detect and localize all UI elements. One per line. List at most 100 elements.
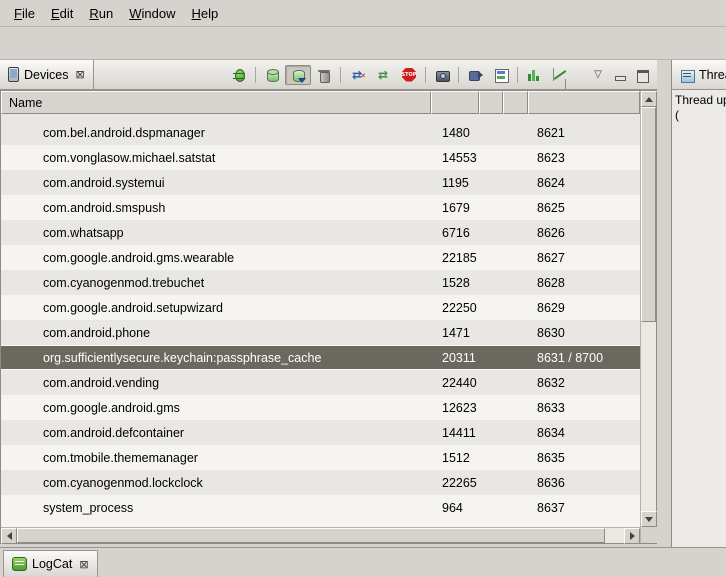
- process-port: 8627: [528, 251, 640, 265]
- process-port: 8632: [528, 376, 640, 390]
- devices-toolbar: [226, 60, 657, 89]
- table-row[interactable]: com.cyanogenmod.trebuchet15288628: [1, 270, 640, 295]
- vertical-scrollbar-track[interactable]: [641, 322, 656, 511]
- main-toolbar: [0, 27, 726, 60]
- ui-hierarchy-button[interactable]: [488, 65, 514, 85]
- process-pid: 964: [431, 501, 479, 515]
- menu-run[interactable]: Run: [81, 2, 121, 25]
- triangle-up-icon: [645, 97, 653, 102]
- debug-bug-button[interactable]: [226, 65, 252, 85]
- table-row[interactable]: com.bel.android.dspmanager14808621: [1, 120, 640, 145]
- process-name: org.sufficientlysecure.keychain:passphra…: [1, 351, 431, 365]
- sysinfo-button[interactable]: [521, 65, 547, 85]
- table-row[interactable]: org.sufficientlysecure.keychain:passphra…: [1, 345, 640, 370]
- update-threads-button[interactable]: [344, 65, 370, 85]
- menu-window[interactable]: Window: [121, 2, 183, 25]
- close-icon[interactable]: ⊠: [75, 68, 84, 81]
- toolbar-separator: [458, 67, 459, 83]
- update-heap-icon: [263, 66, 281, 84]
- table-row[interactable]: system_process9648637: [1, 495, 640, 520]
- tab-logcat[interactable]: LogCat ⊠: [3, 550, 98, 577]
- scroll-down-button[interactable]: [641, 511, 657, 527]
- screen-record-button[interactable]: [462, 65, 488, 85]
- toolbar-separator: [340, 67, 341, 83]
- device-table-body: com.bel.android.dspmanager14808621com.vo…: [1, 114, 640, 527]
- process-name: system_process: [1, 501, 431, 515]
- horizontal-scrollbar-track[interactable]: [605, 528, 624, 543]
- method-profiling-button[interactable]: [370, 65, 396, 85]
- scroll-left-button[interactable]: [1, 528, 17, 544]
- table-row[interactable]: com.whatsapp67168626: [1, 220, 640, 245]
- process-name: com.cyanogenmod.lockclock: [1, 476, 431, 490]
- scroll-right-button[interactable]: [624, 528, 640, 544]
- maximize-button[interactable]: [631, 65, 653, 85]
- table-row[interactable]: com.android.defcontainer144118634: [1, 420, 640, 445]
- menu-edit[interactable]: Edit: [43, 2, 81, 25]
- process-pid: 1528: [431, 276, 479, 290]
- process-pid: 22440: [431, 376, 479, 390]
- process-port: 8624: [528, 176, 640, 190]
- table-header-row: Name: [1, 91, 640, 114]
- tab-devices[interactable]: Devices ⊠: [0, 60, 94, 89]
- process-pid: 22185: [431, 251, 479, 265]
- opengl-trace-button[interactable]: [547, 65, 573, 85]
- process-port: 8623: [528, 151, 640, 165]
- cause-gc-button[interactable]: [311, 65, 337, 85]
- toolbar-separator: [517, 67, 518, 83]
- table-row[interactable]: com.google.android.gms.wearable22185 8627: [1, 245, 640, 270]
- menu-help[interactable]: Help: [183, 2, 226, 25]
- minimize-button[interactable]: [609, 65, 631, 85]
- scroll-up-button[interactable]: [641, 91, 657, 107]
- vertical-scrollbar[interactable]: [640, 91, 656, 543]
- column-header-port[interactable]: [528, 91, 640, 114]
- tab-threads[interactable]: Threads ⊠: [672, 60, 726, 89]
- column-header-3[interactable]: [479, 91, 503, 114]
- ui-hierarchy-icon: [492, 66, 510, 84]
- device-icon: [8, 67, 19, 82]
- cause-gc-icon: [315, 66, 333, 84]
- table-row[interactable]: com.tmobile.thememanager15128635: [1, 445, 640, 470]
- table-row[interactable]: com.cyanogenmod.lockclock22265 8636: [1, 470, 640, 495]
- dump-hprof-button[interactable]: [285, 65, 311, 85]
- close-icon[interactable]: ⊠: [79, 558, 88, 571]
- process-pid: 1512: [431, 451, 479, 465]
- process-name: com.google.android.gms.wearable: [1, 251, 431, 265]
- view-menu-button[interactable]: [587, 65, 609, 85]
- threads-view-header: Threads ⊠: [672, 60, 726, 90]
- table-row[interactable]: com.google.android.setupwizard222508629: [1, 295, 640, 320]
- threads-message: Thread up(: [672, 90, 726, 547]
- process-pid: 1471: [431, 326, 479, 340]
- process-table: Name com.bel.android.dspmanager14808621c…: [0, 90, 657, 544]
- table-row[interactable]: com.android.vending224408632: [1, 370, 640, 395]
- workspace: Devices ⊠ Name com.bel.andro: [0, 60, 726, 547]
- column-header-4[interactable]: [503, 91, 528, 114]
- stop-process-button[interactable]: [396, 65, 422, 85]
- process-port: 8636: [528, 476, 640, 490]
- triangle-right-icon: [630, 532, 635, 540]
- threads-icon: [680, 68, 694, 82]
- table-row[interactable]: com.android.phone14718630: [1, 320, 640, 345]
- table-row[interactable]: com.google.android.gms126238633: [1, 395, 640, 420]
- process-pid: 14553: [431, 151, 479, 165]
- debug-bug-icon: [230, 66, 248, 84]
- horizontal-scrollbar[interactable]: [1, 527, 640, 543]
- process-name: com.tmobile.thememanager: [1, 451, 431, 465]
- process-name: com.android.smspush: [1, 201, 431, 215]
- process-port: 8621: [528, 126, 640, 140]
- table-row[interactable]: com.vonglasow.michael.satstat145538623: [1, 145, 640, 170]
- process-port: 8630: [528, 326, 640, 340]
- process-name: com.google.android.gms: [1, 401, 431, 415]
- process-name: com.bel.android.dspmanager: [1, 126, 431, 140]
- column-header-name[interactable]: Name: [1, 91, 431, 114]
- menu-file[interactable]: File: [6, 2, 43, 25]
- table-row[interactable]: com.android.smspush16798625: [1, 195, 640, 220]
- screen-capture-button[interactable]: [429, 65, 455, 85]
- table-row[interactable]: com.android.systemui11958624: [1, 170, 640, 195]
- triangle-down-icon: [645, 517, 653, 522]
- horizontal-scrollbar-thumb[interactable]: [17, 528, 605, 543]
- column-header-pid[interactable]: [431, 91, 479, 114]
- vertical-scrollbar-thumb[interactable]: [641, 107, 656, 322]
- update-heap-button[interactable]: [259, 65, 285, 85]
- process-name: com.google.android.setupwizard: [1, 301, 431, 315]
- process-pid: 22265: [431, 476, 479, 490]
